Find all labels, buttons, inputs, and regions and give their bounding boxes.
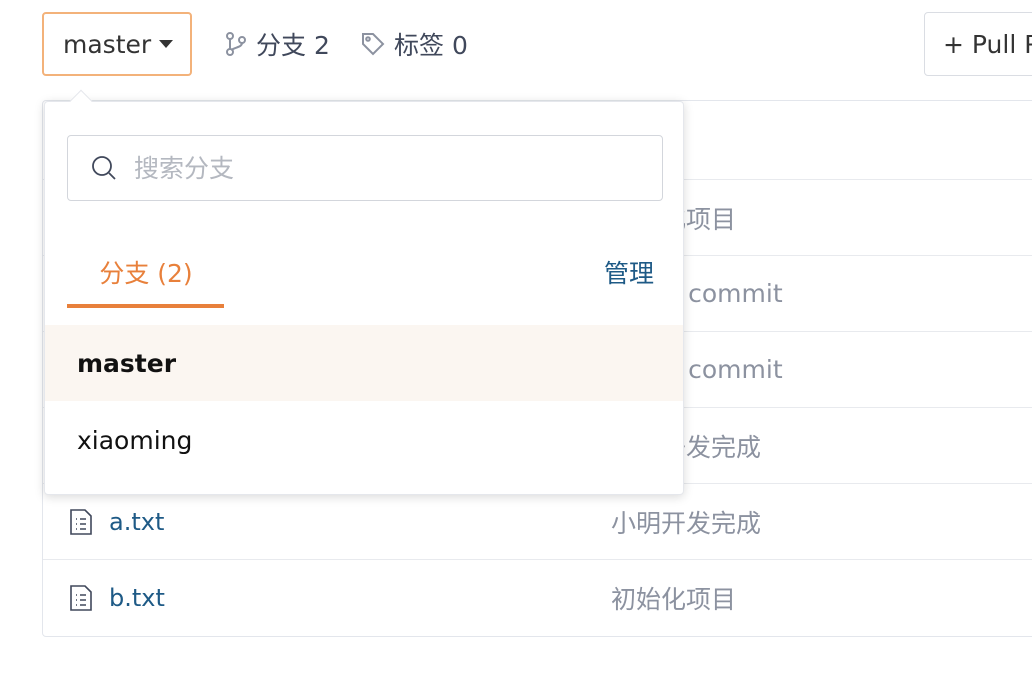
pull-request-button[interactable]: + Pull R — [924, 12, 1032, 76]
file-text-icon — [70, 584, 92, 611]
active-tab-indicator — [67, 304, 224, 308]
commit-message[interactable]: 初始化项目 — [611, 580, 736, 616]
commit-message[interactable]: 小明开发完成 — [611, 504, 761, 540]
file-text-icon — [70, 508, 92, 535]
tag-icon — [362, 33, 385, 56]
tab-branches[interactable]: 分支 (2) — [67, 250, 225, 310]
search-icon — [92, 156, 116, 180]
pull-request-label: + Pull R — [943, 29, 1032, 59]
branches-count-label: 分支 2 — [256, 31, 330, 60]
manage-branches-link[interactable]: 管理 — [604, 254, 654, 290]
branch-selector-button[interactable]: master — [42, 12, 192, 76]
branch-icon — [226, 32, 246, 56]
branch-item-label: xiaoming — [77, 425, 193, 455]
branch-selector-label: master — [63, 29, 152, 59]
tab-branches-label: 分支 (2) — [99, 259, 193, 288]
file-name[interactable]: b.txt — [109, 584, 165, 612]
file-name[interactable]: a.txt — [109, 508, 164, 536]
dropdown-arrow — [69, 89, 93, 113]
branch-search-box[interactable] — [67, 135, 663, 201]
branch-item-master[interactable]: master — [45, 325, 683, 401]
file-row[interactable]: b.txt 初始化项目 — [43, 559, 1032, 635]
branch-item-xiaoming[interactable]: xiaoming — [45, 402, 683, 478]
branch-item-label: master — [77, 348, 177, 378]
branch-dropdown: 分支 (2) 管理 master xiaoming — [44, 89, 684, 495]
branch-search-input[interactable] — [134, 153, 634, 183]
tags-count-link[interactable]: 标签 0 — [360, 24, 468, 64]
caret-down-icon — [159, 40, 174, 48]
branches-count-link[interactable]: 分支 2 — [224, 24, 330, 64]
tags-count-label: 标签 0 — [394, 31, 468, 60]
